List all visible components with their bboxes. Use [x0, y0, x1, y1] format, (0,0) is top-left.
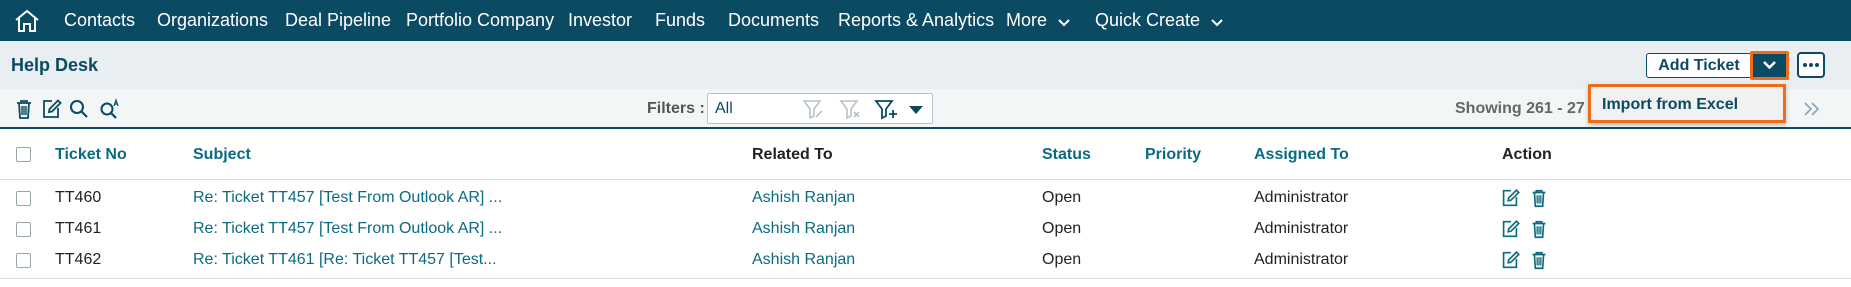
edit-icon[interactable]	[1499, 218, 1521, 240]
edit-icon[interactable]	[1499, 187, 1521, 209]
column-header-ticket-no[interactable]: Ticket No	[55, 146, 127, 164]
nav-item-more-label: More	[1006, 10, 1048, 30]
related-to-link[interactable]: Ashish Ranjan	[752, 220, 855, 238]
nav-item-deal-pipeline[interactable]: Deal Pipeline	[285, 0, 391, 41]
ellipsis-icon	[1803, 63, 1819, 67]
column-header-priority[interactable]: Priority	[1145, 146, 1201, 164]
filter-remove-icon[interactable]	[838, 97, 862, 121]
top-navigation-bar: Contacts Organizations Deal Pipeline Por…	[0, 0, 1851, 41]
column-header-action: Action	[1502, 146, 1552, 163]
ticket-no-cell: TT460	[55, 189, 102, 206]
nav-item-organizations[interactable]: Organizations	[157, 0, 268, 41]
nav-item-investor[interactable]: Investor	[568, 0, 632, 41]
status-cell: Open	[1042, 220, 1082, 237]
next-page-icon[interactable]	[1800, 97, 1824, 121]
status-cell: Open	[1042, 189, 1082, 206]
add-ticket-dropdown-button[interactable]	[1750, 51, 1789, 80]
list-toolbar: Filters : All Showing 261 - 27	[0, 89, 1851, 129]
assigned-to-cell: Administrator	[1254, 251, 1349, 268]
edit-icon[interactable]	[1499, 249, 1521, 271]
column-header-subject[interactable]: Subject	[193, 146, 251, 164]
filters-label: Filters :	[647, 100, 705, 117]
delete-icon[interactable]	[1528, 249, 1550, 271]
nav-item-reports-analytics[interactable]: Reports & Analytics	[838, 0, 994, 41]
related-to-link[interactable]: Ashish Ranjan	[752, 251, 855, 269]
filter-select-value: All	[715, 100, 733, 117]
filter-add-icon[interactable]	[874, 97, 898, 121]
row-checkbox[interactable]	[16, 191, 31, 206]
ticket-no-cell: TT462	[55, 251, 102, 268]
home-icon[interactable]	[12, 8, 42, 34]
chevron-down-icon	[1211, 1, 1223, 42]
import-from-excel-menu-item[interactable]: Import from Excel	[1602, 96, 1738, 114]
delete-icon[interactable]	[12, 97, 36, 121]
pagination-summary: Showing 261 - 27	[1455, 100, 1585, 117]
subject-link[interactable]: Re: Ticket TT457 [Test From Outlook AR] …	[193, 220, 502, 238]
table-row: TT462 Re: Ticket TT461 [Re: Ticket TT457…	[0, 243, 1851, 279]
column-header-assigned-to[interactable]: Assigned To	[1254, 146, 1349, 164]
nav-item-portfolio-company[interactable]: Portfolio Company	[406, 0, 554, 41]
status-cell: Open	[1042, 251, 1082, 268]
assigned-to-cell: Administrator	[1254, 220, 1349, 237]
search-icon[interactable]	[67, 97, 91, 121]
add-ticket-button[interactable]: Add Ticket	[1646, 53, 1752, 78]
nav-item-documents[interactable]: Documents	[728, 0, 819, 41]
row-checkbox[interactable]	[16, 253, 31, 268]
related-to-link[interactable]: Ashish Ranjan	[752, 189, 855, 207]
subject-link[interactable]: Re: Ticket TT457 [Test From Outlook AR] …	[193, 189, 502, 207]
chevron-down-icon	[1058, 1, 1070, 42]
column-header-related-to[interactable]: Related To	[752, 146, 833, 164]
ticket-no-cell: TT461	[55, 220, 102, 237]
advanced-search-icon[interactable]	[98, 97, 122, 121]
nav-item-contacts[interactable]: Contacts	[64, 0, 135, 41]
caret-down-icon	[909, 106, 923, 114]
add-ticket-dropdown-menu: Import from Excel	[1588, 84, 1786, 123]
delete-icon[interactable]	[1528, 187, 1550, 209]
select-all-checkbox[interactable]	[16, 147, 31, 162]
row-checkbox[interactable]	[16, 222, 31, 237]
edit-icon[interactable]	[39, 97, 63, 121]
chevron-down-icon	[1763, 61, 1776, 70]
page-header: Help Desk Add Ticket	[0, 41, 1851, 89]
subject-link[interactable]: Re: Ticket TT461 [Re: Ticket TT457 [Test…	[193, 251, 497, 269]
nav-item-funds[interactable]: Funds	[655, 0, 705, 41]
nav-item-quick-create[interactable]: Quick Create	[1095, 0, 1223, 41]
nav-item-more[interactable]: More	[1006, 0, 1070, 41]
table-header: Ticket No Subject Related To Status Prio…	[0, 131, 1851, 180]
nav-item-quick-create-label: Quick Create	[1095, 10, 1201, 30]
delete-icon[interactable]	[1528, 218, 1550, 240]
filter-edit-icon[interactable]	[801, 97, 825, 121]
column-header-status[interactable]: Status	[1042, 146, 1091, 164]
more-options-button[interactable]	[1797, 52, 1825, 78]
page-title: Help Desk	[11, 55, 99, 75]
assigned-to-cell: Administrator	[1254, 189, 1349, 206]
